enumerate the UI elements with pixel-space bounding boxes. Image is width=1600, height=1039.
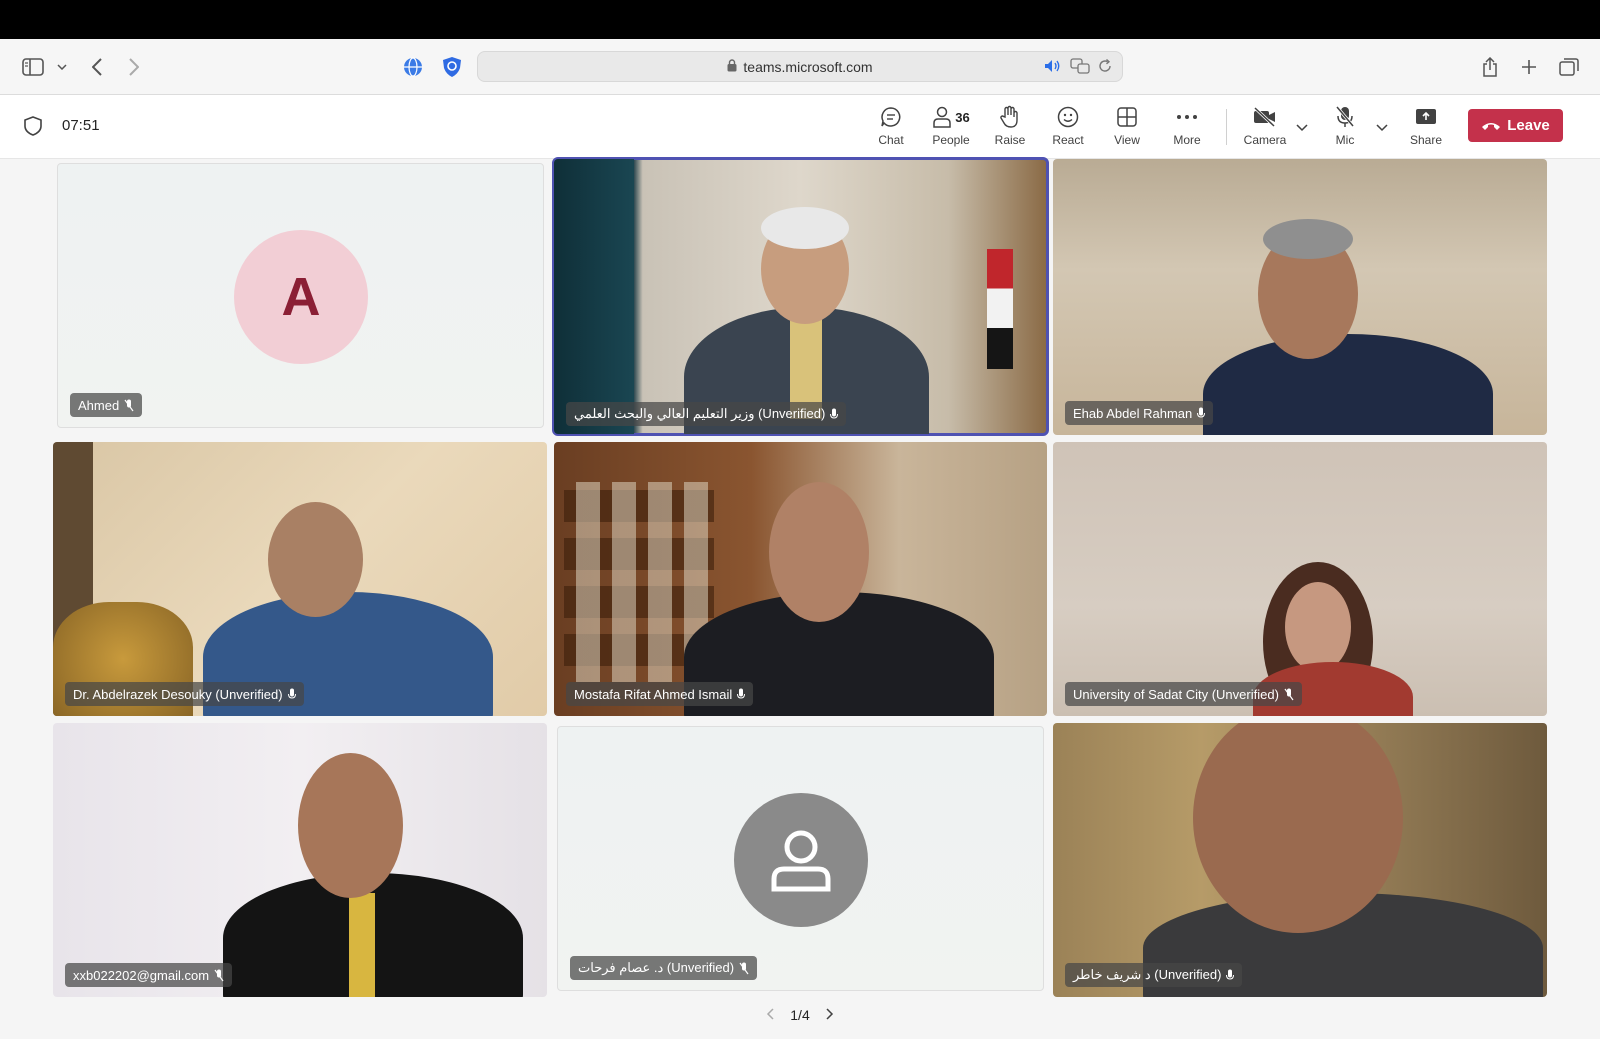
- globe-extension-icon[interactable]: [402, 53, 424, 81]
- smiley-icon: [1057, 106, 1079, 128]
- shield-icon[interactable]: [24, 116, 42, 141]
- mic-muted-icon: [124, 399, 134, 411]
- hand-icon: [1000, 105, 1018, 128]
- share-screen-icon: [1416, 109, 1436, 124]
- mic-icon: [1226, 969, 1235, 980]
- participant-tile[interactable]: وزير التعليم العالي والبحث العلمي (Unver…: [552, 157, 1049, 436]
- mic-icon: [737, 688, 746, 699]
- sidebar-toggle-icon[interactable]: [20, 53, 46, 81]
- mic-icon: [287, 688, 296, 699]
- participant-name-tag: د. عصام فرحات (Unverified): [570, 956, 758, 980]
- chevron-down-icon[interactable]: [55, 53, 69, 81]
- mic-off-icon: [1335, 106, 1355, 127]
- toolbar-divider: [1226, 109, 1227, 145]
- person-icon: [933, 106, 952, 128]
- mic-options-chevron-icon[interactable]: [1376, 119, 1388, 137]
- forward-arrow-icon[interactable]: [125, 53, 143, 81]
- video-gallery: A Ahmed وزير التعليم العالي والبحث العلم…: [0, 157, 1600, 1039]
- view-button[interactable]: View: [1099, 105, 1155, 151]
- participant-tile[interactable]: د شريف خاطر (Unverified): [1053, 723, 1547, 997]
- participant-name-tag: University of Sadat City (Unverified): [1065, 682, 1302, 706]
- translate-icon[interactable]: [1070, 58, 1090, 77]
- camera-off-icon: [1253, 107, 1276, 127]
- avatar: [734, 793, 868, 927]
- participant-name-tag: Ahmed: [70, 393, 143, 417]
- more-button[interactable]: More: [1159, 105, 1215, 151]
- meeting-timer: 07:51: [62, 117, 100, 134]
- more-icon: [1177, 115, 1197, 119]
- page-indicator: 1/4: [790, 1007, 810, 1023]
- leave-button[interactable]: Leave: [1468, 109, 1563, 142]
- speaker-icon[interactable]: [1044, 59, 1062, 76]
- camera-options-chevron-icon[interactable]: [1296, 119, 1308, 137]
- participant-tile[interactable]: xxb022202@gmail.com: [53, 723, 547, 997]
- meeting-toolbar: 07:51 Chat 36 People Raise React View Mo…: [0, 95, 1600, 159]
- participant-name-tag: وزير التعليم العالي والبحث العلمي (Unver…: [566, 402, 847, 426]
- url-text: teams.microsoft.com: [743, 58, 873, 75]
- mic-icon: [830, 408, 839, 419]
- person-icon: [771, 830, 831, 892]
- tab-overview-icon[interactable]: [1558, 53, 1580, 81]
- previous-page-chevron-icon[interactable]: [766, 1007, 774, 1023]
- mic-muted-icon: [214, 969, 224, 981]
- raise-hand-button[interactable]: Raise: [982, 105, 1038, 151]
- people-button[interactable]: 36 People: [923, 105, 979, 151]
- participant-name-tag: Ehab Abdel Rahman: [1065, 401, 1214, 425]
- chat-icon: [881, 107, 901, 127]
- participant-name-tag: xxb022202@gmail.com: [65, 963, 233, 987]
- share-button[interactable]: Share: [1398, 105, 1454, 151]
- lock-icon: [727, 58, 737, 75]
- participant-tile[interactable]: Mostafa Rifat Ahmed Ismail: [554, 442, 1047, 716]
- flag: [987, 249, 1013, 369]
- next-page-chevron-icon[interactable]: [826, 1007, 834, 1023]
- participant-tile[interactable]: University of Sadat City (Unverified): [1053, 442, 1547, 716]
- mic-button[interactable]: Mic: [1317, 105, 1373, 151]
- chat-button[interactable]: Chat: [863, 105, 919, 151]
- mic-muted-icon: [1284, 688, 1294, 700]
- camera-button[interactable]: Camera: [1237, 105, 1293, 151]
- address-bar[interactable]: teams.microsoft.com: [477, 51, 1123, 82]
- back-arrow-icon[interactable]: [88, 53, 106, 81]
- gallery-pager: 1/4: [0, 1007, 1600, 1023]
- participant-tile[interactable]: Ehab Abdel Rahman: [1053, 159, 1547, 435]
- avatar: A: [234, 230, 368, 364]
- participant-tile[interactable]: د. عصام فرحات (Unverified): [557, 726, 1044, 991]
- participant-name-tag: Dr. Abdelrazek Desouky (Unverified): [65, 682, 304, 706]
- react-button[interactable]: React: [1040, 105, 1096, 151]
- mic-muted-icon: [739, 962, 749, 974]
- participant-tile[interactable]: Dr. Abdelrazek Desouky (Unverified): [53, 442, 547, 716]
- people-count: 36: [955, 109, 970, 125]
- browser-toolbar: teams.microsoft.com: [0, 39, 1600, 95]
- hang-up-icon: [1482, 122, 1501, 130]
- device-status-bar: [0, 0, 1600, 39]
- participant-name-tag: د شريف خاطر (Unverified): [1065, 963, 1243, 987]
- share-page-icon[interactable]: [1480, 53, 1500, 81]
- shield-extension-icon[interactable]: [441, 53, 463, 81]
- participant-tile[interactable]: A Ahmed: [57, 163, 544, 428]
- reload-icon[interactable]: [1098, 58, 1112, 76]
- mic-icon: [1197, 407, 1206, 418]
- new-tab-icon[interactable]: [1519, 53, 1539, 81]
- grid-icon: [1117, 107, 1137, 127]
- curtain: [554, 159, 634, 434]
- participant-name-tag: Mostafa Rifat Ahmed Ismail: [566, 682, 754, 706]
